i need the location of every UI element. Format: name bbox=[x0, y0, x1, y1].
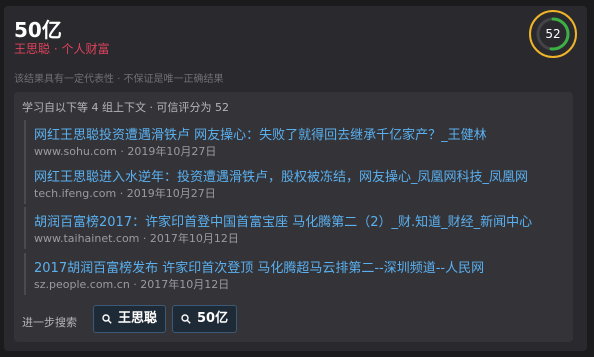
source-domain: sz.people.com.cn bbox=[34, 278, 130, 291]
source-date: 2017年10月12日 bbox=[140, 278, 230, 291]
source-title-link[interactable]: 2017胡润百富榜发布 许家印首次登顶 马化腾超马云排第二--深圳频道--人民网 bbox=[34, 257, 554, 276]
search-icon bbox=[181, 314, 191, 324]
further-search-chip-wangsicong[interactable]: 王思聪 bbox=[93, 305, 167, 333]
source-title-link[interactable]: 胡润百富榜2017：许家印首登中国首富宝座 马化腾第二（2）_财.知道_财经_新… bbox=[34, 211, 554, 230]
source-date: 2019年10月27日 bbox=[126, 187, 216, 200]
chip-label: 王思聪 bbox=[118, 311, 158, 326]
source-item: 胡润百富榜2017：许家印首登中国首富宝座 马化腾第二（2）_财.知道_财经_新… bbox=[34, 207, 566, 249]
meta-separator: · bbox=[142, 232, 147, 245]
source-domain: www.taihainet.com bbox=[34, 232, 140, 245]
meta-separator: · bbox=[120, 145, 124, 158]
source-meta: tech.ifeng.com · 2019年10月27日 bbox=[34, 185, 216, 201]
answer-value: 50亿 bbox=[14, 18, 62, 42]
source-item: 网红王思聪投资遭遇滑铁卢 网友操心：失败了就得回去继承千亿家产？_王健林 www… bbox=[34, 120, 566, 162]
chip-label: 50亿 bbox=[197, 311, 229, 326]
score-value: 52 bbox=[545, 27, 561, 41]
meta-separator: · bbox=[133, 278, 137, 291]
further-search-chip-50yi[interactable]: 50亿 bbox=[172, 305, 238, 333]
source-item: 2017胡润百富榜发布 许家印首次登顶 马化腾超马云排第二--深圳频道--人民网… bbox=[34, 253, 566, 295]
source-meta: www.taihainet.com · 2017年10月12日 bbox=[34, 230, 239, 246]
entity-category[interactable]: 个人财富 bbox=[62, 42, 110, 56]
source-domain: tech.ifeng.com bbox=[34, 187, 117, 200]
meta-separator: · bbox=[119, 187, 124, 200]
source-group: 网红王思聪投资遭遇滑铁卢 网友操心：失败了就得回去继承千亿家产？_王健林 www… bbox=[24, 120, 566, 204]
source-meta: www.sohu.com · 2019年10月27日 bbox=[34, 143, 216, 159]
entity-line: 王思聪 · 个人财富 bbox=[14, 40, 110, 57]
source-meta: sz.people.com.cn · 2017年10月12日 bbox=[34, 276, 229, 292]
source-date: 2019年10月27日 bbox=[127, 145, 217, 158]
search-icon bbox=[102, 314, 112, 324]
confidence-score-badge: 52 bbox=[529, 10, 577, 58]
sources-panel: 学习自以下等 4 组上下文 · 可信评分为 52 网红王思聪投资遭遇滑铁卢 网友… bbox=[14, 92, 573, 342]
source-group: 2017胡润百富榜发布 许家印首次登顶 马化腾超马云排第二--深圳频道--人民网… bbox=[24, 253, 566, 295]
further-search-label: 进一步搜索 bbox=[22, 316, 77, 329]
source-title-link[interactable]: 网红王思聪进入水逆年：投资遭遇滑铁卢，股权被冻结，网友操心_凤凰网科技_凤凰网 bbox=[34, 166, 554, 185]
source-domain: www.sohu.com bbox=[34, 145, 117, 158]
source-title-link[interactable]: 网红王思聪投资遭遇滑铁卢 网友操心：失败了就得回去继承千亿家产？_王健林 bbox=[34, 124, 554, 143]
source-group: 胡润百富榜2017：许家印首登中国首富宝座 马化腾第二（2）_财.知道_财经_新… bbox=[24, 207, 566, 249]
entity-separator: · bbox=[53, 42, 58, 56]
source-date: 2017年10月12日 bbox=[149, 232, 239, 245]
entity-person[interactable]: 王思聪 bbox=[14, 42, 50, 56]
disclaimer: 该结果具有一定代表性 · 不保证是唯一正确结果 bbox=[14, 74, 224, 85]
sources-header: 学习自以下等 4 组上下文 · 可信评分为 52 bbox=[22, 101, 229, 114]
answer-card: 50亿 王思聪 · 个人财富 该结果具有一定代表性 · 不保证是唯一正确结果 5… bbox=[4, 6, 587, 351]
source-item: 网红王思聪进入水逆年：投资遭遇滑铁卢，股权被冻结，网友操心_凤凰网科技_凤凰网 … bbox=[34, 162, 566, 204]
